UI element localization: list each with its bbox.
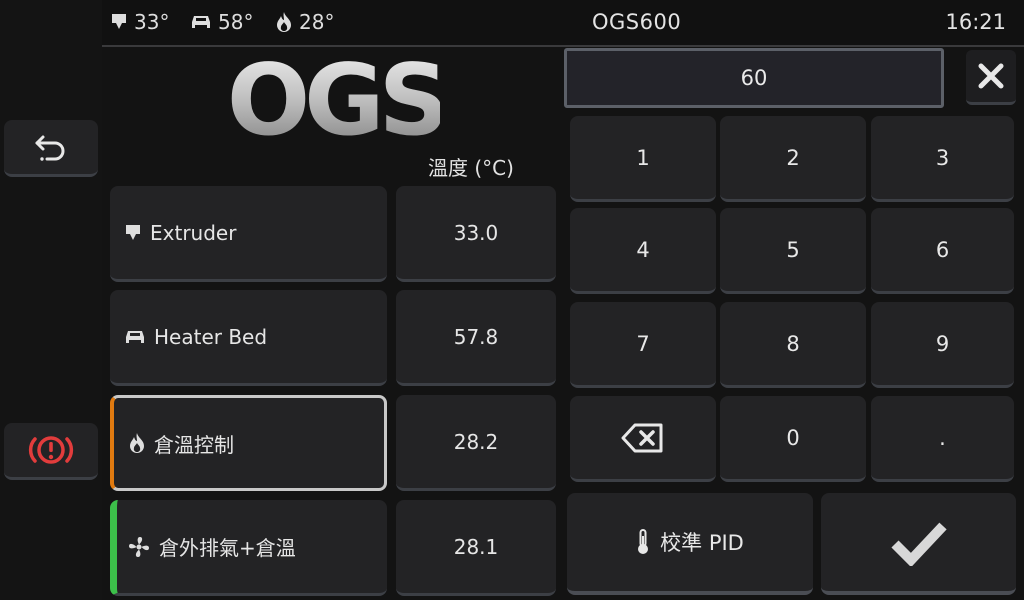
bed-icon xyxy=(126,330,144,343)
heater-name: 倉外排氣+倉溫 xyxy=(159,536,296,560)
calibrate-pid-button[interactable]: 校準 PID xyxy=(567,493,813,595)
key-decimal[interactable]: . xyxy=(871,396,1014,482)
heater-row-bed[interactable]: Heater Bed xyxy=(110,290,387,386)
backspace-icon xyxy=(621,423,663,452)
bed-status: 58° xyxy=(190,10,253,34)
extruder-icon xyxy=(112,14,126,29)
key-6[interactable]: 6 xyxy=(871,208,1014,294)
chamber-status: 28° xyxy=(275,10,334,34)
heater-name: Heater Bed xyxy=(154,324,268,349)
flame-icon xyxy=(130,433,144,453)
heater-value-extruder[interactable]: 33.0 xyxy=(396,186,556,282)
heater-value-chamber[interactable]: 28.2 xyxy=(396,395,556,491)
heater-value-exhaust-fan[interactable]: 28.1 xyxy=(396,500,556,596)
close-keypad-button[interactable] xyxy=(966,50,1016,105)
svg-text:OGS: OGS xyxy=(230,56,440,144)
heater-temp-value: 57.8 xyxy=(453,324,499,349)
key-7[interactable]: 7 xyxy=(570,302,716,388)
extruder-icon xyxy=(126,224,140,240)
temperature-unit-header: 溫度 (°C) xyxy=(428,156,514,180)
checkmark-icon xyxy=(890,522,947,566)
key-3[interactable]: 3 xyxy=(871,116,1014,202)
back-button[interactable] xyxy=(4,120,98,177)
heater-value-bed[interactable]: 57.8 xyxy=(396,290,556,386)
key-4[interactable]: 4 xyxy=(570,208,716,294)
sidebar xyxy=(0,0,102,600)
heater-row-chamber[interactable]: 倉溫控制 xyxy=(110,395,387,491)
heater-temp-value: 33.0 xyxy=(453,220,499,245)
key-0[interactable]: 0 xyxy=(720,396,866,482)
confirm-button[interactable] xyxy=(821,493,1016,595)
close-icon xyxy=(978,63,1004,89)
emergency-stop-button[interactable] xyxy=(4,423,98,480)
heater-temp-value: 28.1 xyxy=(453,534,499,559)
key-8[interactable]: 8 xyxy=(720,302,866,388)
back-icon xyxy=(35,135,65,161)
fan-icon xyxy=(129,536,149,557)
bed-icon xyxy=(192,16,210,28)
key-2[interactable]: 2 xyxy=(720,116,866,202)
clock: 16:21 xyxy=(945,10,1006,34)
emergency-stop-icon xyxy=(28,436,74,464)
heater-row-extruder[interactable]: Extruder xyxy=(110,186,387,282)
extruder-status: 33° xyxy=(110,10,169,34)
bed-temp: 58° xyxy=(218,10,254,34)
heater-temp-value: 28.2 xyxy=(453,429,499,454)
ogs-logo: OGS xyxy=(227,44,449,158)
keypad-display[interactable]: 60 xyxy=(564,48,944,108)
extruder-temp: 33° xyxy=(134,10,170,34)
backspace-button[interactable] xyxy=(570,396,716,482)
key-5[interactable]: 5 xyxy=(720,208,866,294)
thermometer-icon xyxy=(638,529,649,554)
calibrate-pid-label: 校準 PID xyxy=(660,531,744,555)
key-1[interactable]: 1 xyxy=(570,116,716,202)
top-bar: 33° 58° 28° OGS600 16:21 xyxy=(102,0,1024,47)
key-9[interactable]: 9 xyxy=(871,302,1014,388)
chamber-temp: 28° xyxy=(299,10,335,34)
printer-title: OGS600 xyxy=(592,10,682,34)
flame-icon xyxy=(277,12,291,32)
heater-name: Extruder xyxy=(150,220,237,245)
heater-row-exhaust-fan[interactable]: 倉外排氣+倉溫 xyxy=(110,500,387,596)
heater-name: 倉溫控制 xyxy=(154,432,234,457)
